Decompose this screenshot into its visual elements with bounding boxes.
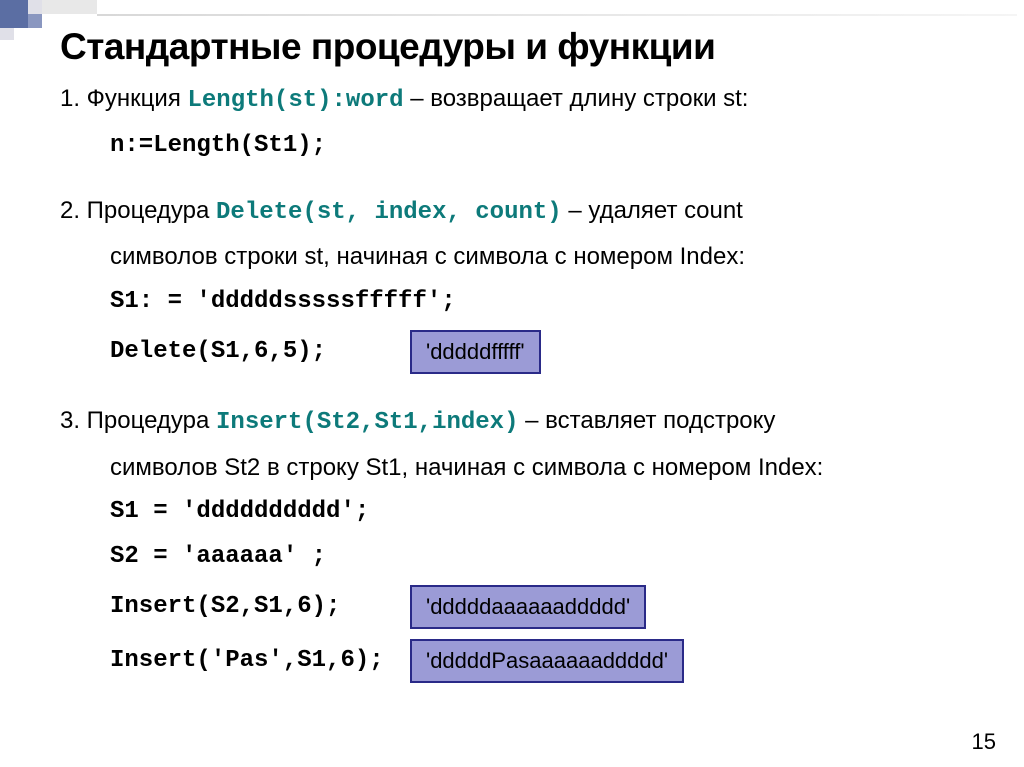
deco-square xyxy=(0,0,28,28)
item-3-result-box-2: 'dddddPasaaaaaaddddd' xyxy=(410,639,684,683)
item-2-lead: 2. Процедура xyxy=(60,197,216,224)
item-2-code: Delete(st, index, count) xyxy=(216,199,562,226)
item-1-code: Length(st):word xyxy=(188,87,404,114)
item-3-cont: символов St2 в строку St1, начиная с сим… xyxy=(60,451,970,486)
item-3-tail: – вставляет подстроку xyxy=(518,407,775,434)
item-1-example: n:=Length(St1); xyxy=(60,129,970,164)
item-1-tail: – возвращает длину строки st: xyxy=(404,85,749,112)
item-2-tail: – удаляет count xyxy=(562,197,743,224)
item-2-result-box: 'dddddfffff' xyxy=(410,330,541,374)
item-1-line: 1. Функция Length(st):word – возвращает … xyxy=(60,82,970,119)
item-3-ex3: Insert(S2,S1,6); xyxy=(110,590,410,625)
item-3-lead: 3. Процедура xyxy=(60,407,216,434)
deco-line xyxy=(97,14,1017,16)
item-3-ex1: S1 = 'dddddddddd'; xyxy=(60,495,970,530)
item-2-ex2: Delete(S1,6,5); xyxy=(110,335,410,370)
item-2-cont: символов строки st, начиная с символа с … xyxy=(60,240,970,275)
item-3-line: 3. Процедура Insert(St2,St1,index) – вст… xyxy=(60,404,970,441)
item-2-line: 2. Процедура Delete(st, index, count) – … xyxy=(60,194,970,231)
item-1-lead: 1. Функция xyxy=(60,85,188,112)
deco-square xyxy=(28,0,42,14)
deco-square xyxy=(28,14,42,28)
item-3-ex4: Insert('Pas',S1,6); xyxy=(110,644,410,679)
deco-square xyxy=(0,28,14,40)
item-3-result-box-1: 'dddddaaaaaaddddd' xyxy=(410,585,646,629)
item-3-code: Insert(St2,St1,index) xyxy=(216,409,518,436)
item-2-ex1: S1: = 'dddddsssssfffff'; xyxy=(60,285,970,320)
slide-title: Стандартные процедуры и функции xyxy=(60,26,970,68)
page-number: 15 xyxy=(972,729,996,755)
item-3-ex2: S2 = 'aaaaaa' ; xyxy=(60,540,970,575)
deco-square xyxy=(42,0,97,14)
